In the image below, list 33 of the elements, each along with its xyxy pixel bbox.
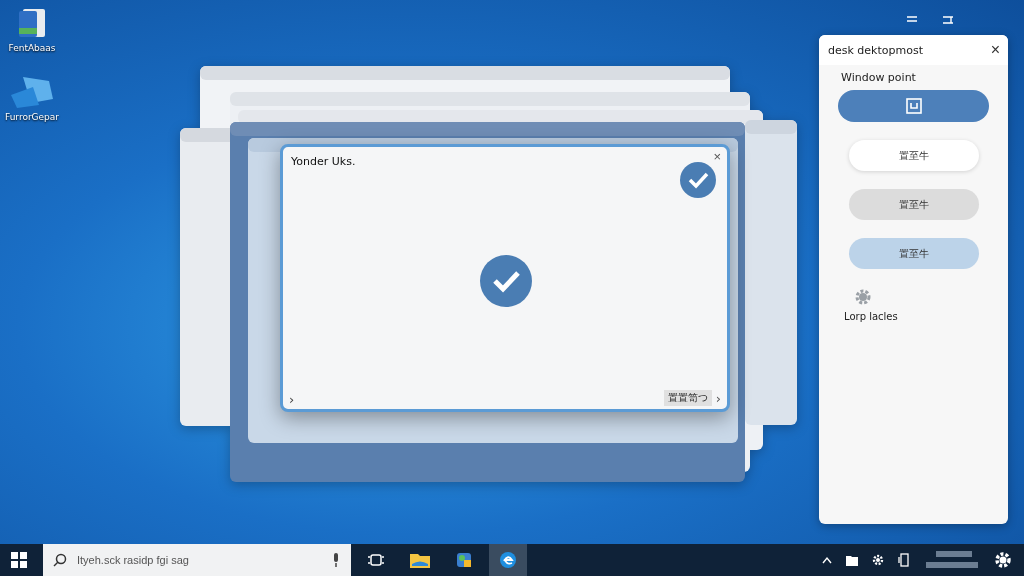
shapes-icon[interactable] (9, 75, 55, 109)
search-bar[interactable]: Ityeh.sck rasidp fgi sag (43, 544, 351, 576)
panel-button[interactable]: 置至牛 (848, 140, 979, 171)
search-icon (53, 553, 67, 567)
settings-icon[interactable] (872, 554, 884, 566)
device-icon[interactable] (898, 553, 910, 567)
chevron[interactable]: › (289, 392, 295, 407)
chevron-up-icon[interactable] (822, 556, 832, 564)
search-field[interactable]: Ityeh.sck rasidp fgi sag (75, 553, 323, 567)
panel-button[interactable] (838, 90, 989, 122)
microphone-icon[interactable] (331, 553, 341, 567)
close-button[interactable]: × (711, 149, 723, 164)
desktop-icon-label[interactable]: FurrorGepar (4, 112, 60, 122)
windows-icon[interactable] (11, 552, 27, 568)
panel-title: desk dektopmost (828, 43, 923, 57)
minimize-icon[interactable] (906, 15, 918, 23)
dialog-title: Yonder Uks. (291, 155, 356, 168)
store-icon (455, 551, 473, 569)
check-icon (679, 161, 717, 199)
folder-icon (410, 552, 430, 568)
check-icon (479, 254, 533, 308)
chevron[interactable]: › (715, 390, 721, 406)
close-button[interactable]: × (990, 41, 1000, 59)
desktop-icon-label[interactable]: FentAbaas (8, 43, 56, 53)
browser-icon (499, 551, 517, 569)
section-heading: Window point (841, 71, 916, 84)
task-view-icon (367, 552, 385, 568)
settings-label[interactable]: Lorp lacles (844, 311, 898, 322)
action-button[interactable]: 置置笥つ (663, 390, 712, 406)
panel-button[interactable]: 置至牛 (848, 189, 979, 220)
folder-icon[interactable] (846, 554, 858, 566)
panel-button[interactable]: 置至牛 (848, 238, 979, 269)
taskbar-app[interactable] (489, 544, 527, 576)
